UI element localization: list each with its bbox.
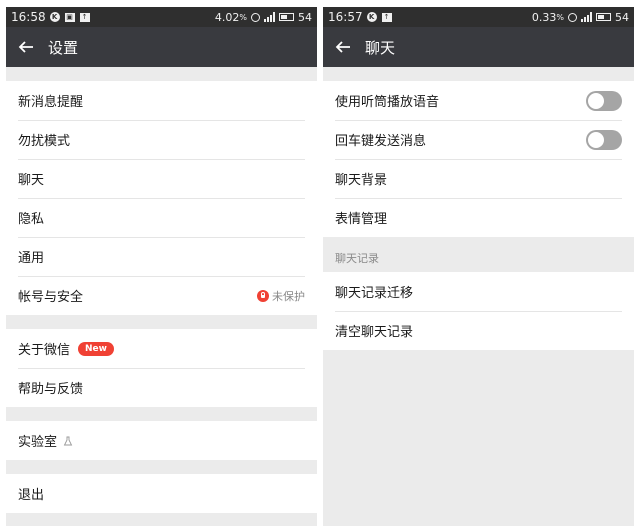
battery-level: 54 <box>615 10 629 24</box>
signal-icon <box>264 12 275 22</box>
status-bar: 16:58 K ▣ ↑ 4.02% 54 <box>6 7 317 27</box>
battery-percent: 4.02 <box>214 10 240 24</box>
image-icon: ▣ <box>64 12 75 22</box>
battery-level: 54 <box>298 10 312 24</box>
menu-item-general[interactable]: 通用 <box>6 237 317 276</box>
menu-item-label: 退出 <box>18 488 45 503</box>
menu-item-privacy[interactable]: 隐私 <box>6 198 317 237</box>
menu-item-label: 通用 <box>18 251 45 266</box>
chat-history-group: 聊天记录迁移 清空聊天记录 <box>323 272 634 350</box>
menu-item-help-feedback[interactable]: 帮助与反馈 <box>6 368 317 407</box>
upload-icon: ↑ <box>381 12 392 22</box>
menu-item-chat[interactable]: 聊天 <box>6 159 317 198</box>
menu-item-lab[interactable]: 实验室 <box>6 421 317 460</box>
menu-item-label: 隐私 <box>18 212 45 227</box>
menu-item-label: 聊天记录迁移 <box>335 286 414 301</box>
app-bar: 聊天 <box>323 27 634 67</box>
settings-group-lab: 实验室 <box>6 421 317 460</box>
chat-settings-group: 使用听筒播放语音 回车键发送消息 聊天背景 表情管理 <box>323 81 634 237</box>
page-title: 设置 <box>48 38 79 57</box>
menu-item-label: 帐号与安全 <box>18 290 84 305</box>
signal-icon <box>581 12 592 22</box>
menu-item-migrate-chat-history[interactable]: 聊天记录迁移 <box>323 272 634 311</box>
section-header-chat-history: 聊天记录 <box>323 237 634 272</box>
battery-percent: 0.33 <box>531 10 557 24</box>
setting-label: 回车键发送消息 <box>335 134 427 149</box>
status-time: 16:57 <box>328 10 363 24</box>
menu-item-label: 表情管理 <box>335 212 388 227</box>
menu-item-new-message-alert[interactable]: 新消息提醒 <box>6 81 317 120</box>
menu-item-account-security[interactable]: 帐号与安全 未保护 <box>6 276 317 315</box>
chat-settings-screen: 16:57 K ↑ 0.33% 54 聊天 使用听筒播放语音 回车键发送消息 聊… <box>323 7 634 526</box>
status-bar: 16:57 K ↑ 0.33% 54 <box>323 7 634 27</box>
alarm-clock-icon <box>251 12 260 22</box>
menu-item-label: 帮助与反馈 <box>18 382 84 397</box>
menu-item-label: 清空聊天记录 <box>335 325 414 340</box>
status-time: 16:58 <box>11 10 46 24</box>
upload-icon: ↑ <box>79 12 90 22</box>
toggle-knob <box>588 131 604 148</box>
setting-enter-to-send: 回车键发送消息 <box>323 120 634 159</box>
menu-item-sticker-management[interactable]: 表情管理 <box>323 198 634 237</box>
k-icon: K <box>49 12 60 22</box>
app-bar: 设置 <box>6 27 317 67</box>
back-arrow-icon[interactable] <box>18 39 34 55</box>
menu-item-label: 新消息提醒 <box>18 95 84 110</box>
menu-item-label: 聊天背景 <box>335 173 388 188</box>
battery-percent-unit: % <box>239 12 247 22</box>
settings-group-logout: 退出 <box>6 474 317 513</box>
toggle-knob <box>588 92 604 109</box>
menu-item-label: 实验室 <box>18 435 58 450</box>
menu-item-label: 关于微信 <box>18 343 71 358</box>
battery-icon <box>596 13 611 21</box>
page-title: 聊天 <box>365 38 396 57</box>
enter-to-send-toggle[interactable] <box>586 129 622 150</box>
menu-item-label: 勿扰模式 <box>18 134 71 149</box>
security-status-text: 未保护 <box>272 289 305 303</box>
menu-item-label: 聊天 <box>18 173 45 188</box>
back-arrow-icon[interactable] <box>335 39 351 55</box>
setting-label: 使用听筒播放语音 <box>335 95 440 110</box>
earpiece-playback-toggle[interactable] <box>586 90 622 111</box>
alarm-clock-icon <box>568 12 577 22</box>
battery-percent-unit: % <box>556 12 564 22</box>
flask-icon <box>63 436 73 445</box>
menu-item-do-not-disturb[interactable]: 勿扰模式 <box>6 120 317 159</box>
k-icon: K <box>366 12 377 22</box>
new-badge: New <box>78 341 114 356</box>
menu-item-about-wechat[interactable]: 关于微信 New <box>6 329 317 368</box>
menu-item-clear-chat-history[interactable]: 清空聊天记录 <box>323 311 634 350</box>
lock-icon <box>257 289 269 302</box>
battery-icon <box>279 13 294 21</box>
setting-earpiece-playback: 使用听筒播放语音 <box>323 81 634 120</box>
menu-item-chat-background[interactable]: 聊天背景 <box>323 159 634 198</box>
settings-group-about: 关于微信 New 帮助与反馈 <box>6 329 317 407</box>
security-status: 未保护 <box>257 288 305 304</box>
logout-button[interactable]: 退出 <box>6 474 317 513</box>
settings-screen: 16:58 K ▣ ↑ 4.02% 54 设置 新消息提醒 勿扰模式 聊天 隐私… <box>6 7 317 526</box>
settings-group-main: 新消息提醒 勿扰模式 聊天 隐私 通用 帐号与安全 未保护 <box>6 81 317 315</box>
